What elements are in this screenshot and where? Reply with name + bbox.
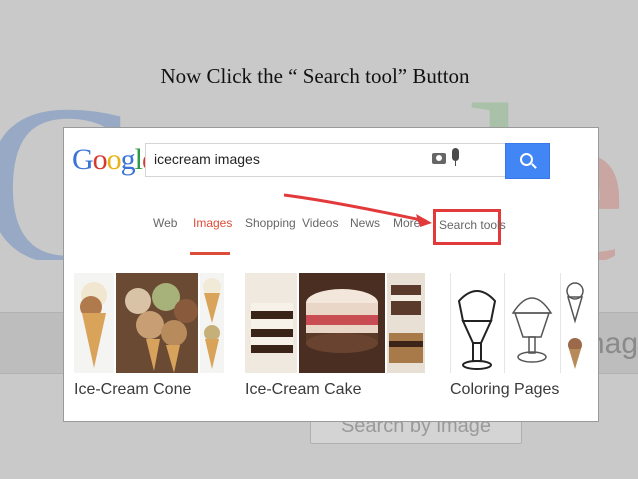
thumbnail[interactable] bbox=[504, 273, 559, 373]
active-tab-underline bbox=[190, 252, 230, 255]
search-tabs: Web Images Shopping Videos News More bbox=[64, 206, 598, 255]
search-button[interactable] bbox=[505, 143, 550, 179]
search-input-value: icecream images bbox=[154, 151, 260, 167]
image-group-label[interactable]: Ice-Cream Cake bbox=[245, 381, 361, 399]
tab-videos[interactable]: Videos bbox=[302, 216, 338, 230]
tab-shopping[interactable]: Shopping bbox=[245, 216, 296, 230]
thumbnail[interactable] bbox=[387, 273, 425, 373]
thumbnail[interactable] bbox=[200, 273, 224, 373]
image-group-label[interactable]: Ice-Cream Cone bbox=[74, 381, 191, 399]
google-logo[interactable]: Google bbox=[72, 143, 155, 177]
image-group-coloring[interactable] bbox=[450, 273, 590, 373]
image-group-label[interactable]: Coloring Pages bbox=[450, 381, 559, 399]
logo-letter: g bbox=[120, 143, 136, 176]
tab-more[interactable]: More bbox=[393, 216, 420, 230]
thumbnail[interactable] bbox=[116, 273, 198, 373]
slide-title: Now Click the “ Search tool” Button bbox=[0, 64, 638, 89]
thumbnail[interactable] bbox=[245, 273, 297, 373]
image-group-cake[interactable] bbox=[245, 273, 435, 373]
slide-title-text: Now Click the “ Search tool” Button bbox=[160, 64, 470, 88]
thumbnail[interactable] bbox=[450, 273, 503, 373]
magnifier-icon bbox=[520, 153, 533, 166]
tab-web[interactable]: Web bbox=[153, 216, 177, 230]
tab-news[interactable]: News bbox=[350, 216, 380, 230]
thumbnail[interactable] bbox=[299, 273, 385, 373]
image-group-cone[interactable] bbox=[74, 273, 244, 373]
thumbnail[interactable] bbox=[74, 273, 114, 373]
logo-letter: o bbox=[106, 143, 122, 176]
logo-letter: l bbox=[134, 143, 143, 176]
google-screenshot: Google icecream images Web Images Shoppi… bbox=[63, 127, 599, 422]
logo-letter: o bbox=[92, 143, 108, 176]
camera-icon[interactable] bbox=[432, 153, 446, 164]
search-tools-button[interactable]: Search tools bbox=[439, 218, 506, 232]
logo-letter: G bbox=[72, 143, 94, 176]
tab-images[interactable]: Images bbox=[193, 216, 232, 230]
microphone-icon[interactable] bbox=[452, 148, 459, 166]
thumbnail[interactable] bbox=[560, 273, 589, 373]
